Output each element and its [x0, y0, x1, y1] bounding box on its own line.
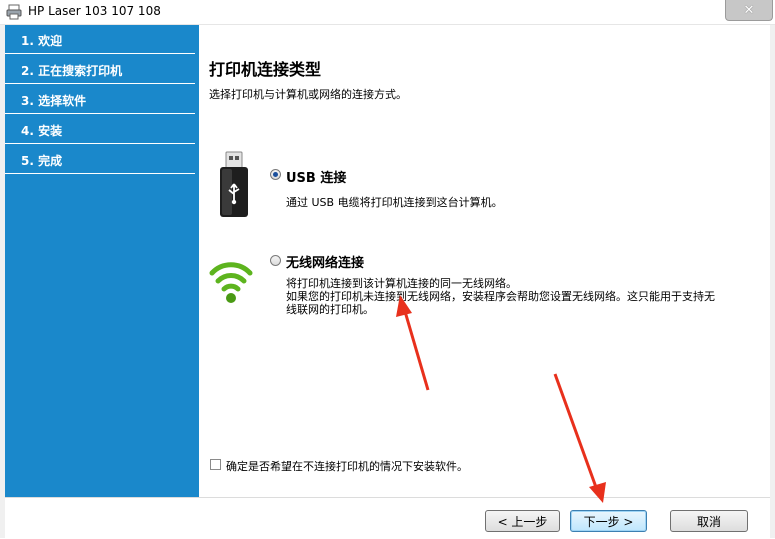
install-without-printer-checkbox[interactable]	[210, 459, 221, 470]
wifi-signal-icon	[209, 262, 253, 303]
step-label: 1. 欢迎	[21, 34, 63, 48]
wireless-option-title[interactable]: 无线网络连接	[286, 252, 364, 271]
install-without-printer-label[interactable]: 确定是否希望在不连接打印机的情况下安装软件。	[226, 458, 468, 474]
usb-drive-icon	[220, 151, 248, 217]
sidebar-step-finish: 5. 完成	[5, 145, 195, 174]
sidebar-step-welcome: 1. 欢迎	[5, 25, 195, 54]
step-label: 5. 完成	[21, 154, 63, 168]
close-icon: ✕	[743, 2, 755, 18]
usb-option-description: 通过 USB 电缆将打印机连接到这台计算机。	[286, 196, 503, 209]
back-button[interactable]: < 上一步	[485, 510, 560, 532]
wireless-option-description-line3: 线联网的打印机。	[286, 303, 374, 316]
window-title: HP Laser 103 107 108	[28, 4, 161, 18]
usb-option-title[interactable]: USB 连接	[286, 167, 346, 186]
window-right-border	[770, 25, 775, 538]
button-bar: < 上一步 下一步 > 取消	[5, 497, 770, 539]
cancel-button[interactable]: 取消	[670, 510, 748, 532]
sidebar-step-searching-printer: 2. 正在搜索打印机	[5, 55, 195, 84]
page-title: 打印机连接类型	[209, 60, 322, 79]
page-subtitle: 选择打印机与计算机或网络的连接方式。	[209, 88, 407, 101]
sidebar-step-install: 4. 安装	[5, 115, 195, 144]
title-bar: HP Laser 103 107 108 ✕	[0, 0, 775, 25]
wireless-option-description-line2: 如果您的打印机未连接到无线网络，安装程序会帮助您设置无线网络。这只能用于支持无	[286, 290, 715, 303]
wireless-option-description-line1: 将打印机连接到该计算机连接的同一无线网络。	[286, 277, 517, 290]
sidebar-step-select-software: 3. 选择软件	[5, 85, 195, 114]
step-label: 2. 正在搜索打印机	[21, 64, 123, 78]
usb-connection-radio[interactable]	[270, 169, 281, 180]
step-label: 3. 选择软件	[21, 94, 87, 108]
main-panel: 打印机连接类型 选择打印机与计算机或网络的连接方式。 USB 连接 通过 USB…	[199, 25, 770, 497]
wireless-connection-radio[interactable]	[270, 255, 281, 266]
step-label: 4. 安装	[21, 124, 63, 138]
printer-icon	[6, 4, 22, 20]
steps-sidebar: 1. 欢迎 2. 正在搜索打印机 3. 选择软件 4. 安装 5. 完成	[5, 25, 199, 497]
close-button[interactable]: ✕	[725, 0, 773, 21]
next-button[interactable]: 下一步 >	[570, 510, 647, 532]
